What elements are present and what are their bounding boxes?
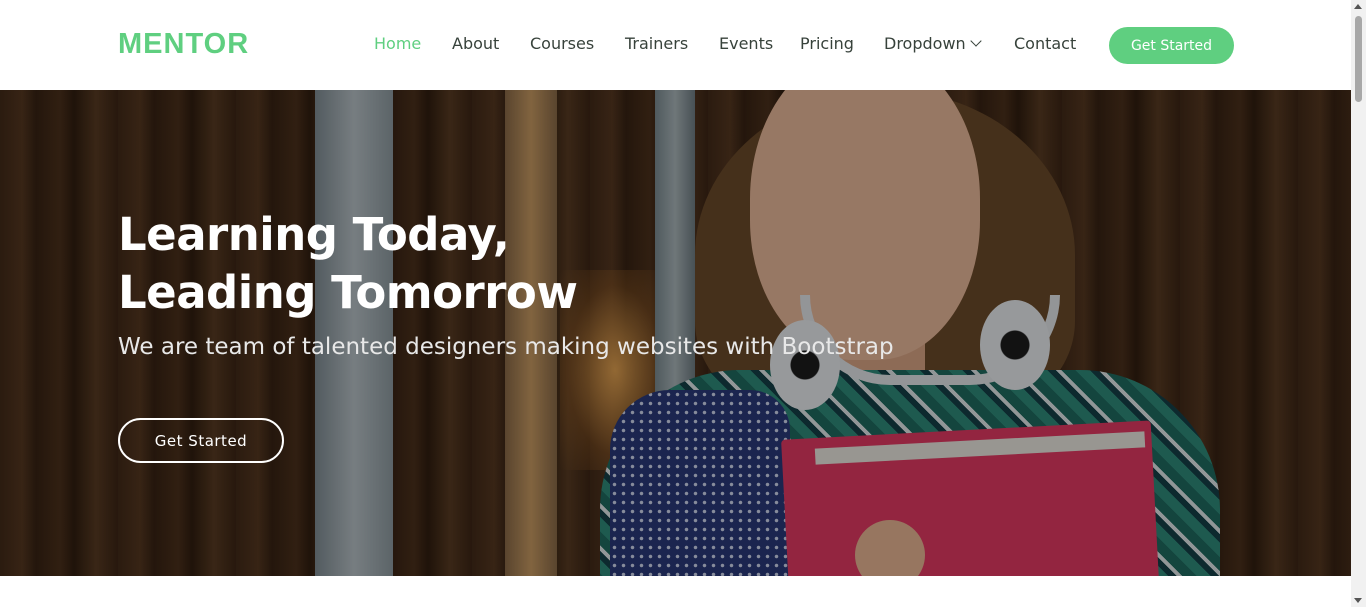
nav-item-courses[interactable]: Courses [530, 34, 594, 53]
nav-item-contact[interactable]: Contact [1014, 34, 1076, 53]
nav-item-pricing[interactable]: Pricing [800, 34, 854, 53]
site-header: MENTOR Home About Courses Trainers Event… [0, 0, 1351, 90]
hero-title-line1: Learning Today, [118, 208, 510, 261]
header-get-started-button[interactable]: Get Started [1109, 27, 1234, 64]
hero-title-line2: Leading Tomorrow [118, 266, 578, 319]
hero-get-started-button[interactable]: Get Started [118, 418, 284, 463]
chevron-down-icon [970, 35, 982, 47]
nav-item-dropdown[interactable]: Dropdown [884, 34, 982, 53]
nav-item-trainers[interactable]: Trainers [625, 34, 688, 53]
hero-section: Learning Today, Leading Tomorrow We are … [0, 90, 1351, 576]
site-logo[interactable]: MENTOR [118, 28, 249, 61]
hero-content: Learning Today, Leading Tomorrow We are … [118, 206, 894, 360]
scroll-up-arrow-icon[interactable] [1354, 4, 1362, 9]
scroll-down-arrow-icon[interactable] [1354, 598, 1362, 603]
nav-item-home[interactable]: Home [374, 34, 421, 53]
nav-item-dropdown-label: Dropdown [884, 34, 966, 53]
nav-item-about[interactable]: About [452, 34, 499, 53]
hero-subtitle: We are team of talented designers making… [118, 334, 894, 360]
hero-title: Learning Today, Leading Tomorrow [118, 206, 678, 322]
page-scrollbar[interactable] [1351, 0, 1366, 607]
nav-item-events[interactable]: Events [719, 34, 773, 53]
scrollbar-thumb[interactable] [1355, 16, 1362, 102]
